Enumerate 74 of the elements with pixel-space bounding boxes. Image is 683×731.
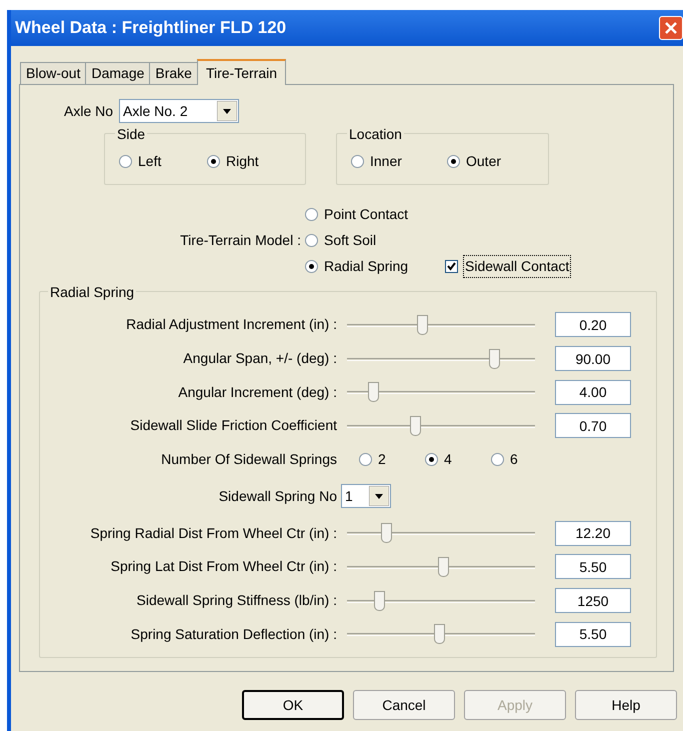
- field-label: Spring Lat Dist From Wheel Ctr (in) :: [110, 557, 337, 576]
- radio-label: Point Contact: [324, 204, 408, 224]
- value-field[interactable]: 0.20: [555, 312, 631, 338]
- spring-dropdown[interactable]: 1: [341, 484, 391, 508]
- field-label: Axle No: [64, 102, 114, 120]
- radio-button[interactable]: [305, 260, 318, 272]
- value-field[interactable]: 1250: [555, 588, 631, 614]
- value-field[interactable]: 5.50: [555, 622, 631, 647]
- slider[interactable]: [347, 381, 535, 404]
- dialog-button[interactable]: OK: [242, 690, 344, 720]
- slider-thumb[interactable]: [381, 523, 392, 544]
- slider-thumb[interactable]: [374, 590, 385, 611]
- dropdown-arrow-icon: [217, 101, 238, 121]
- field-label: Sidewall Slide Friction Coefficient: [130, 416, 337, 436]
- radio-label: Outer: [466, 152, 502, 170]
- radio-button[interactable]: [305, 208, 318, 220]
- radio-label: Left: [138, 152, 162, 170]
- axle-dropdown[interactable]: Axle No. 2: [119, 99, 240, 123]
- tab[interactable]: Brake: [149, 62, 198, 84]
- radio-button[interactable]: [305, 234, 318, 246]
- field-label: Spring Radial Dist From Wheel Ctr (in) :: [90, 524, 337, 543]
- radio-label: 2: [378, 450, 386, 470]
- value-field[interactable]: 90.00: [555, 346, 631, 372]
- field-label: Angular Span, +/- (deg) :: [183, 349, 337, 368]
- dialog-button[interactable]: Help: [575, 690, 677, 720]
- radio-label: Inner: [370, 152, 402, 170]
- radio-label: Radial Spring: [324, 256, 408, 276]
- slider[interactable]: [347, 590, 535, 612]
- checkbox-label: Sidewall Contact: [463, 254, 572, 278]
- radio-button[interactable]: [207, 154, 220, 168]
- close-button[interactable]: [659, 16, 683, 40]
- radio-label: 4: [444, 450, 452, 470]
- field-label: Angular Increment (deg) :: [178, 382, 337, 402]
- value-field[interactable]: 4.00: [555, 380, 631, 405]
- slider[interactable]: [347, 623, 535, 646]
- slider-thumb[interactable]: [438, 556, 449, 577]
- value-field[interactable]: 0.70: [555, 413, 631, 438]
- slider[interactable]: [347, 556, 535, 578]
- field-label: Sidewall Spring Stiffness (lb/in) :: [136, 591, 337, 610]
- radio-button[interactable]: [425, 453, 438, 466]
- slider-thumb[interactable]: [368, 382, 380, 402]
- field-label: Number Of Sidewall Springs: [161, 450, 337, 470]
- field-label: Tire-Terrain Model :: [180, 230, 301, 250]
- slider[interactable]: [347, 522, 535, 544]
- radio-button[interactable]: [359, 453, 372, 466]
- slider-thumb[interactable]: [488, 348, 500, 369]
- slider[interactable]: [347, 414, 535, 437]
- slider[interactable]: [347, 314, 535, 336]
- radio-label: Right: [226, 152, 259, 171]
- radio-button[interactable]: [351, 154, 364, 168]
- tab[interactable]: Damage: [85, 62, 150, 84]
- window-title: Wheel Data : Freightliner FLD 120: [15, 17, 286, 40]
- field-label: Sidewall Spring No: [218, 486, 337, 506]
- field-label: Spring Saturation Deflection (in) :: [130, 624, 337, 644]
- radio-button[interactable]: [447, 154, 460, 168]
- value-field[interactable]: 12.20: [555, 520, 631, 546]
- radio-button[interactable]: [491, 453, 504, 466]
- tab[interactable]: Blow-out: [20, 62, 86, 84]
- slider-thumb[interactable]: [410, 416, 421, 436]
- radio-button[interactable]: [119, 154, 132, 168]
- checkbox[interactable]: [445, 260, 458, 272]
- slider-thumb[interactable]: [417, 314, 428, 335]
- dropdown-value: 1: [345, 486, 353, 506]
- field-label: Radial Adjustment Increment (in) :: [126, 315, 337, 334]
- value-field[interactable]: 5.50: [555, 554, 631, 580]
- radio-label: 6: [510, 450, 518, 470]
- dropdown-arrow-icon: [369, 486, 389, 506]
- tab[interactable]: Tire-Terrain: [196, 59, 286, 85]
- dialog-button[interactable]: Cancel: [353, 690, 455, 720]
- dropdown-value: Axle No. 2: [123, 102, 188, 120]
- slider[interactable]: [347, 348, 535, 370]
- close-icon: [664, 21, 678, 35]
- radio-label: Soft Soil: [324, 230, 376, 250]
- slider-thumb[interactable]: [434, 624, 446, 644]
